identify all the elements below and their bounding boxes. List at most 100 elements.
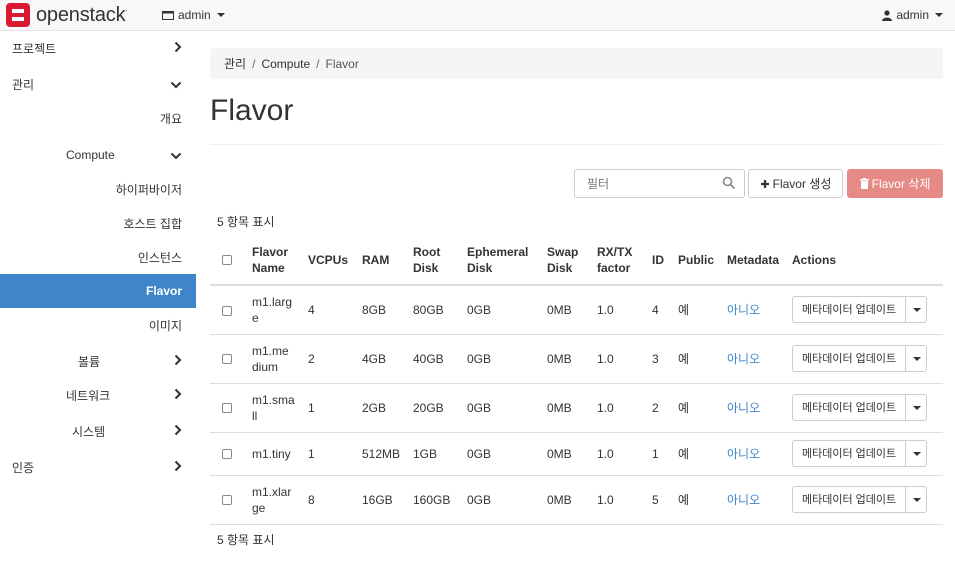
cell-rxtx: 1.0 bbox=[593, 334, 648, 384]
cell-ephemeral-disk: 0GB bbox=[463, 432, 543, 476]
breadcrumb-item-admin[interactable]: 관리 bbox=[224, 55, 246, 72]
delete-flavor-label: Flavor 삭제 bbox=[871, 177, 931, 191]
col-rxtx-factor[interactable]: RX/TX factor bbox=[593, 235, 648, 286]
sidebar-item-instances[interactable]: 인스턴스 bbox=[0, 240, 196, 274]
metadata-link[interactable]: 아니오 bbox=[727, 303, 760, 317]
metadata-link[interactable]: 아니오 bbox=[727, 447, 760, 461]
create-flavor-button[interactable]: Flavor 생성 bbox=[748, 169, 843, 198]
top-navbar: openstack. admin admin bbox=[0, 0, 955, 31]
sidebar-item-network[interactable]: 네트워크 bbox=[0, 378, 196, 412]
sidebar-item-identity[interactable]: 인증 bbox=[0, 450, 196, 484]
cell-id: 3 bbox=[648, 334, 674, 384]
cell-actions: 메타데이터 업데이트 bbox=[788, 475, 943, 525]
action-dropdown-toggle[interactable] bbox=[906, 487, 926, 512]
cell-rxtx: 1.0 bbox=[593, 432, 648, 476]
cell-public: 예 bbox=[674, 432, 723, 476]
row-checkbox[interactable] bbox=[222, 354, 232, 365]
cell-ephemeral-disk: 0GB bbox=[463, 285, 543, 335]
cell-rxtx: 1.0 bbox=[593, 475, 648, 525]
cell-root-disk: 40GB bbox=[409, 334, 463, 384]
col-swap-disk[interactable]: Swap Disk bbox=[543, 235, 593, 286]
row-checkbox[interactable] bbox=[222, 449, 232, 460]
row-select-cell bbox=[210, 334, 248, 384]
col-vcpus[interactable]: VCPUs bbox=[304, 235, 358, 286]
action-dropdown-toggle[interactable] bbox=[906, 346, 926, 371]
cell-name: m1.xlar ge bbox=[248, 475, 304, 525]
delete-flavor-button[interactable]: Flavor 삭제 bbox=[847, 169, 943, 198]
chevron-down-icon bbox=[913, 497, 922, 502]
sidebar-item-label: Flavor bbox=[145, 284, 182, 298]
filter-box[interactable] bbox=[574, 169, 745, 198]
sidebar-item-flavor[interactable]: Flavor bbox=[0, 274, 196, 308]
update-metadata-button[interactable]: 메타데이터 업데이트 bbox=[793, 346, 907, 371]
action-split-button: 메타데이터 업데이트 bbox=[792, 296, 928, 324]
action-dropdown-toggle[interactable] bbox=[906, 297, 926, 322]
cell-actions: 메타데이터 업데이트 bbox=[788, 334, 943, 384]
row-checkbox[interactable] bbox=[222, 495, 232, 506]
sidebar-item-system[interactable]: 시스템 bbox=[0, 414, 196, 448]
user-dropdown[interactable]: admin bbox=[882, 8, 943, 22]
project-icon bbox=[162, 10, 174, 20]
breadcrumb: 관리 / Compute / Flavor bbox=[210, 48, 943, 79]
cell-id: 1 bbox=[648, 432, 674, 476]
col-root-disk[interactable]: Root Disk bbox=[409, 235, 463, 286]
chevron-down-icon bbox=[913, 405, 922, 410]
sidebar-item-label: 네트워크 bbox=[66, 388, 111, 403]
item-count-top: 5 항목 표시 bbox=[217, 215, 275, 229]
col-ram[interactable]: RAM bbox=[358, 235, 409, 286]
sidebar-item-admin[interactable]: 관리 bbox=[0, 67, 196, 101]
sidebar-item-hypervisors[interactable]: 하이퍼바이저 bbox=[0, 172, 196, 206]
row-select-cell bbox=[210, 383, 248, 433]
sidebar-item-label: Compute bbox=[66, 148, 115, 162]
sidebar-item-images[interactable]: 이미지 bbox=[0, 308, 196, 342]
sidebar-item-host-aggregates[interactable]: 호스트 집합 bbox=[0, 206, 196, 240]
sidebar-item-label: 인증 bbox=[12, 460, 35, 475]
col-metadata[interactable]: Metadata bbox=[723, 235, 788, 286]
item-count-bottom: 5 항목 표시 bbox=[217, 533, 275, 547]
cell-swap-disk: 0MB bbox=[543, 285, 593, 335]
action-split-button: 메타데이터 업데이트 bbox=[792, 394, 928, 421]
create-flavor-label: Flavor 생성 bbox=[772, 177, 832, 191]
col-id[interactable]: ID bbox=[648, 235, 674, 286]
openstack-logo[interactable]: openstack. bbox=[6, 3, 128, 27]
sidebar-item-label: 볼륨 bbox=[78, 354, 101, 369]
openstack-logo-icon bbox=[6, 3, 30, 27]
cell-rxtx: 1.0 bbox=[593, 285, 648, 335]
chevron-right-icon bbox=[174, 353, 182, 369]
project-dropdown[interactable]: admin bbox=[162, 8, 225, 22]
update-metadata-button[interactable]: 메타데이터 업데이트 bbox=[793, 441, 907, 466]
filter-input[interactable] bbox=[575, 170, 715, 197]
sidebar-item-overview[interactable]: 개요 bbox=[0, 101, 196, 135]
action-dropdown-toggle[interactable] bbox=[906, 395, 926, 420]
sidebar-item-label: 관리 bbox=[12, 77, 35, 92]
chevron-down-icon bbox=[170, 76, 182, 92]
update-metadata-button[interactable]: 메타데이터 업데이트 bbox=[793, 297, 907, 323]
update-metadata-button[interactable]: 메타데이터 업데이트 bbox=[793, 395, 907, 420]
cell-ephemeral-disk: 0GB bbox=[463, 475, 543, 525]
action-dropdown-toggle[interactable] bbox=[906, 441, 926, 466]
sidebar-item-label: 프로젝트 bbox=[12, 41, 57, 56]
sidebar-item-compute[interactable]: Compute bbox=[0, 138, 196, 172]
cell-metadata: 아니오 bbox=[723, 383, 788, 433]
metadata-link[interactable]: 아니오 bbox=[727, 352, 760, 366]
update-metadata-button[interactable]: 메타데이터 업데이트 bbox=[793, 487, 907, 512]
col-ephemeral-disk[interactable]: Ephemeral Disk bbox=[463, 235, 543, 286]
cell-vcpus: 2 bbox=[304, 334, 358, 384]
row-checkbox[interactable] bbox=[222, 305, 232, 316]
select-all-checkbox[interactable] bbox=[222, 255, 232, 266]
search-icon[interactable] bbox=[722, 176, 736, 190]
page-title: Flavor bbox=[210, 94, 294, 127]
col-flavor-name[interactable]: Flavor Name bbox=[248, 235, 304, 286]
chevron-down-icon bbox=[913, 307, 922, 312]
cell-actions: 메타데이터 업데이트 bbox=[788, 432, 943, 476]
col-public[interactable]: Public bbox=[674, 235, 723, 286]
sidebar-item-project[interactable]: 프로젝트 bbox=[0, 31, 196, 65]
sidebar-item-volumes[interactable]: 볼륨 bbox=[0, 344, 196, 378]
breadcrumb-item-compute[interactable]: Compute bbox=[261, 57, 310, 71]
metadata-link[interactable]: 아니오 bbox=[727, 401, 760, 415]
breadcrumb-separator: / bbox=[252, 56, 256, 71]
cell-name: m1.me dium bbox=[248, 334, 304, 384]
cell-root-disk: 20GB bbox=[409, 383, 463, 433]
row-checkbox[interactable] bbox=[222, 403, 232, 414]
metadata-link[interactable]: 아니오 bbox=[727, 493, 760, 507]
